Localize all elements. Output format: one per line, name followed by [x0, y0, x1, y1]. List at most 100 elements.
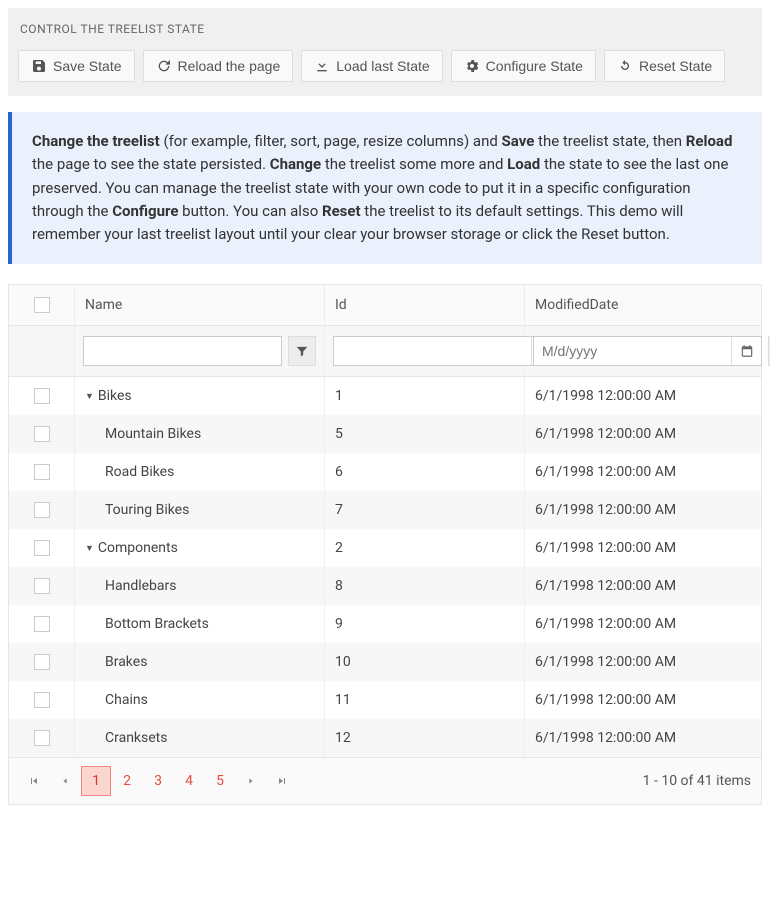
row-name: Bikes [98, 388, 132, 404]
calendar-icon [740, 344, 754, 358]
configure-state-label: Configure State [486, 58, 583, 74]
info-bold-load: Load [507, 155, 540, 173]
load-state-button[interactable]: Load last State [301, 50, 442, 82]
table-row[interactable]: Bottom Brackets96/1/1998 12:00:00 AM [9, 605, 761, 643]
save-state-button[interactable]: Save State [18, 50, 135, 82]
row-checkbox[interactable] [34, 426, 50, 442]
collapse-icon[interactable]: ▼ [85, 391, 94, 402]
row-name: Mountain Bikes [105, 426, 201, 442]
row-id-cell: 9 [325, 605, 525, 643]
row-name-cell: Handlebars [75, 567, 325, 605]
pager-page-5[interactable]: 5 [205, 766, 235, 796]
row-checkbox[interactable] [34, 730, 50, 746]
row-id-cell: 12 [325, 719, 525, 757]
table-row[interactable]: ▼ Bikes 16/1/1998 12:00:00 AM [9, 377, 761, 415]
pager-prev[interactable] [50, 766, 80, 796]
row-checkbox[interactable] [34, 616, 50, 632]
row-checkbox[interactable] [34, 464, 50, 480]
row-select-cell [9, 491, 75, 529]
pager-next[interactable] [236, 766, 266, 796]
row-id-cell: 7 [325, 491, 525, 529]
toolbar: Save State Reload the page Load last Sta… [18, 50, 752, 82]
filter-date-input[interactable] [534, 337, 731, 365]
pager-numbers: 12345 [81, 766, 236, 796]
row-checkbox[interactable] [34, 502, 50, 518]
header-name[interactable]: Name [75, 285, 325, 325]
reset-state-label: Reset State [639, 58, 712, 74]
table-row[interactable]: Mountain Bikes 56/1/1998 12:00:00 AM [9, 415, 761, 453]
reset-state-button[interactable]: Reset State [604, 50, 725, 82]
load-state-label: Load last State [336, 58, 429, 74]
filter-name-input[interactable] [83, 336, 282, 366]
row-select-cell [9, 377, 75, 415]
row-name-cell: Bottom Brackets [75, 605, 325, 643]
row-id-cell: 8 [325, 567, 525, 605]
filter-date-cell [525, 326, 770, 376]
pager-prev-icon [60, 776, 70, 786]
pager-page-1[interactable]: 1 [81, 766, 111, 796]
row-name-cell: Mountain Bikes [75, 415, 325, 453]
row-modified-cell: 6/1/1998 12:00:00 AM [525, 377, 761, 415]
info-bold-configure: Configure [112, 202, 178, 220]
row-modified-cell: 6/1/1998 12:00:00 AM [525, 681, 761, 719]
filter-name-cell [75, 326, 325, 376]
filter-icon [295, 344, 309, 358]
row-checkbox[interactable] [34, 692, 50, 708]
row-name-cell: ▼Components [75, 529, 325, 567]
treelist-filter-row: ▲ ▼ [9, 326, 761, 377]
row-modified-cell: 6/1/1998 12:00:00 AM [525, 491, 761, 529]
table-row[interactable]: Brakes106/1/1998 12:00:00 AM [9, 643, 761, 681]
header-modified[interactable]: ModifiedDate [525, 285, 761, 325]
reload-page-button[interactable]: Reload the page [143, 50, 294, 82]
download-icon [314, 58, 330, 74]
table-row[interactable]: ▼Components26/1/1998 12:00:00 AM [9, 529, 761, 567]
row-select-cell [9, 567, 75, 605]
row-checkbox[interactable] [34, 578, 50, 594]
row-checkbox[interactable] [34, 540, 50, 556]
save-state-label: Save State [53, 58, 122, 74]
collapse-icon[interactable]: ▼ [85, 543, 94, 554]
row-modified-cell: 6/1/1998 12:00:00 AM [525, 453, 761, 491]
pager-last-icon [276, 775, 288, 787]
row-name: Chains [105, 692, 148, 708]
row-modified-cell: 6/1/1998 12:00:00 AM [525, 719, 761, 757]
pager-page-4[interactable]: 4 [174, 766, 204, 796]
row-id-cell: 5 [325, 415, 525, 453]
configure-state-button[interactable]: Configure State [451, 50, 596, 82]
pager-page-2[interactable]: 2 [112, 766, 142, 796]
table-row[interactable]: Cranksets126/1/1998 12:00:00 AM [9, 719, 761, 757]
header-select-all [9, 285, 75, 325]
save-icon [31, 58, 47, 74]
row-name-cell: Road Bikes [75, 453, 325, 491]
row-id-cell: 11 [325, 681, 525, 719]
row-name-cell: Touring Bikes [75, 491, 325, 529]
filter-name-button[interactable] [288, 336, 316, 366]
table-row[interactable]: Touring Bikes 76/1/1998 12:00:00 AM [9, 491, 761, 529]
row-checkbox[interactable] [34, 388, 50, 404]
row-modified-cell: 6/1/1998 12:00:00 AM [525, 605, 761, 643]
pager-first[interactable] [19, 766, 49, 796]
row-id-cell: 1 [325, 377, 525, 415]
row-name-cell: Chains [75, 681, 325, 719]
row-checkbox[interactable] [34, 654, 50, 670]
control-panel-title: CONTROL THE TREELIST STATE [18, 22, 752, 36]
row-modified-cell: 6/1/1998 12:00:00 AM [525, 643, 761, 681]
select-all-checkbox[interactable] [34, 297, 50, 313]
filter-select-cell [9, 326, 75, 376]
reload-icon [156, 58, 172, 74]
calendar-button[interactable] [731, 337, 761, 365]
table-row[interactable]: Road Bikes66/1/1998 12:00:00 AM [9, 453, 761, 491]
header-id[interactable]: Id [325, 285, 525, 325]
pager-next-icon [246, 776, 256, 786]
table-row[interactable]: Handlebars86/1/1998 12:00:00 AM [9, 567, 761, 605]
row-select-cell [9, 681, 75, 719]
row-modified-cell: 6/1/1998 12:00:00 AM [525, 415, 761, 453]
row-name: Touring Bikes [105, 502, 189, 518]
pager-page-3[interactable]: 3 [143, 766, 173, 796]
pager-first-icon [28, 775, 40, 787]
pager: 12345 1 - 10 of 41 items [9, 757, 761, 804]
table-row[interactable]: Chains 116/1/1998 12:00:00 AM [9, 681, 761, 719]
pager-last[interactable] [267, 766, 297, 796]
filter-id-input[interactable] [334, 337, 531, 365]
row-select-cell [9, 643, 75, 681]
